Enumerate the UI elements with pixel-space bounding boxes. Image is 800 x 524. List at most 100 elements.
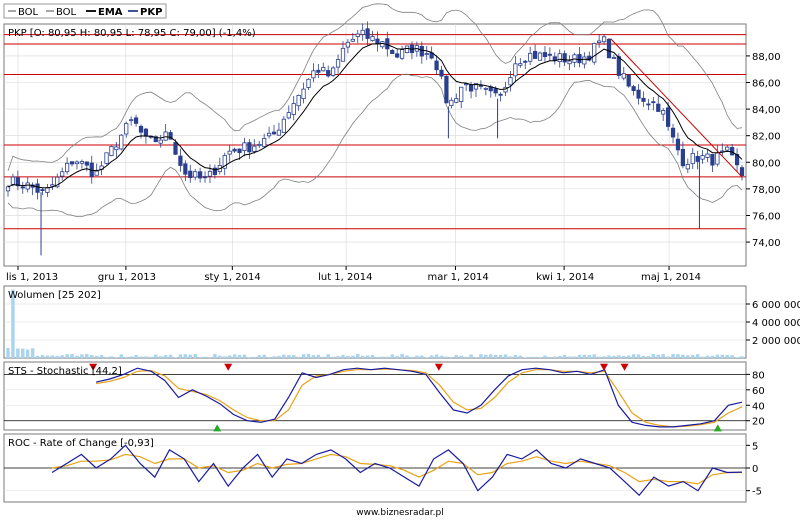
volume-bar — [75, 355, 79, 358]
volume-bar — [444, 356, 449, 358]
candle-body — [227, 150, 232, 155]
candle-body — [715, 152, 720, 165]
candle-body — [74, 161, 80, 165]
footer-source: www.biznesradar.pl — [356, 508, 443, 518]
candle-body — [69, 161, 75, 165]
candle-body — [173, 142, 178, 155]
volume-bar — [439, 355, 444, 358]
volume-bar — [25, 349, 30, 358]
volume-bar — [287, 354, 291, 358]
volume-bar — [321, 356, 325, 358]
volume-bar — [208, 357, 212, 358]
candle-body — [725, 146, 730, 151]
volume-bar — [16, 348, 20, 358]
volume-bar — [306, 353, 311, 358]
date-tick-label: gru 1, 2013 — [98, 272, 156, 283]
candle-body — [444, 75, 449, 104]
candle-body — [434, 60, 439, 71]
candle-body — [641, 97, 646, 102]
volume-bar — [725, 354, 729, 358]
volume-bar — [740, 356, 744, 358]
volume-bar — [449, 357, 454, 358]
volume-bar — [316, 354, 321, 358]
axis-tick-label: -5 — [752, 487, 762, 498]
price-tick-label: 84,00 — [752, 105, 781, 116]
volume-bar — [114, 357, 119, 358]
candle-body — [513, 63, 518, 77]
candle-body — [528, 52, 533, 62]
candle-body — [340, 47, 346, 62]
candle-body — [355, 33, 360, 37]
candle-body — [680, 148, 685, 167]
volume-bar — [572, 356, 577, 358]
stochastic-y-axis: 20 40 60 80 — [746, 370, 765, 428]
volume-bar — [257, 355, 261, 358]
legend-pkp: PKP — [140, 7, 162, 18]
candle-body — [202, 176, 208, 179]
candle-body — [695, 155, 700, 162]
volume-bar — [311, 355, 316, 358]
volume-bar — [597, 356, 601, 358]
volume-tick-label: 4 000 000 — [752, 318, 800, 329]
candle-body — [557, 53, 562, 62]
candle-body — [547, 53, 552, 56]
stochastic-panel: 20 40 60 80 STS - Stochastic [44,2] — [3, 361, 765, 432]
price-tick-label: 80,00 — [752, 158, 781, 169]
candle-body — [439, 69, 444, 77]
volume-bar — [479, 354, 483, 358]
volume-bar — [695, 354, 700, 358]
volume-bar — [469, 354, 473, 358]
chart-canvas: BOL BOL EMA PKP 74,00 76,00 78,00 80,00 82,0… — [3, 3, 800, 518]
volume-bar — [375, 356, 380, 358]
candle-body — [390, 49, 395, 55]
volume-bar — [385, 356, 390, 358]
candle-body — [60, 171, 65, 177]
volume-bar — [99, 355, 104, 358]
volume-bar — [50, 355, 55, 358]
candle-body — [25, 182, 30, 190]
candle-body — [198, 171, 203, 179]
volume-bar — [612, 355, 616, 358]
candle-body — [730, 147, 735, 156]
volume-bar — [681, 354, 685, 358]
axis-tick-label: 0 — [752, 464, 758, 475]
candle-body — [335, 59, 341, 68]
volume-bar — [661, 354, 665, 358]
candle-body — [262, 138, 267, 147]
candle-body — [183, 163, 188, 175]
volume-bar — [498, 354, 503, 358]
volume-bar — [390, 354, 394, 358]
volume-bar — [656, 354, 660, 358]
price-panel: 74,00 76,00 78,00 80,00 82,00 84,00 86,00 88,00… — [3, 3, 781, 283]
volume-bar — [124, 356, 128, 358]
volume-bar — [415, 355, 419, 358]
candle-body — [45, 187, 50, 193]
volume-bar — [223, 356, 227, 358]
candle-body — [10, 176, 16, 185]
candle-body — [104, 152, 109, 164]
volume-bar — [666, 356, 670, 358]
legend-bol-1: BOL — [18, 7, 39, 18]
candle-body — [345, 41, 351, 48]
volume-bar — [178, 354, 183, 358]
candle-body — [577, 54, 582, 64]
candle-body — [281, 118, 286, 133]
volume-bar — [454, 355, 458, 358]
candle-body — [286, 112, 291, 119]
candle-body — [616, 56, 621, 76]
volume-bar — [720, 354, 725, 358]
volume-bar — [464, 356, 468, 358]
volume-bar — [641, 355, 646, 358]
volume-panel: 2 000 000 4 000 000 6 000 000 Wolumen [25 … — [3, 285, 800, 359]
axis-tick-label: 80 — [752, 370, 765, 381]
volume-bar — [296, 356, 301, 358]
volume-bar — [474, 357, 478, 358]
volume-bar — [459, 355, 463, 358]
candle-body — [158, 139, 163, 144]
volume-bar — [188, 354, 192, 358]
candle-body — [326, 70, 331, 77]
candle-body — [700, 155, 705, 160]
candle-body — [399, 49, 405, 59]
candle-body — [350, 38, 355, 42]
price-tick-label: 76,00 — [752, 211, 781, 222]
